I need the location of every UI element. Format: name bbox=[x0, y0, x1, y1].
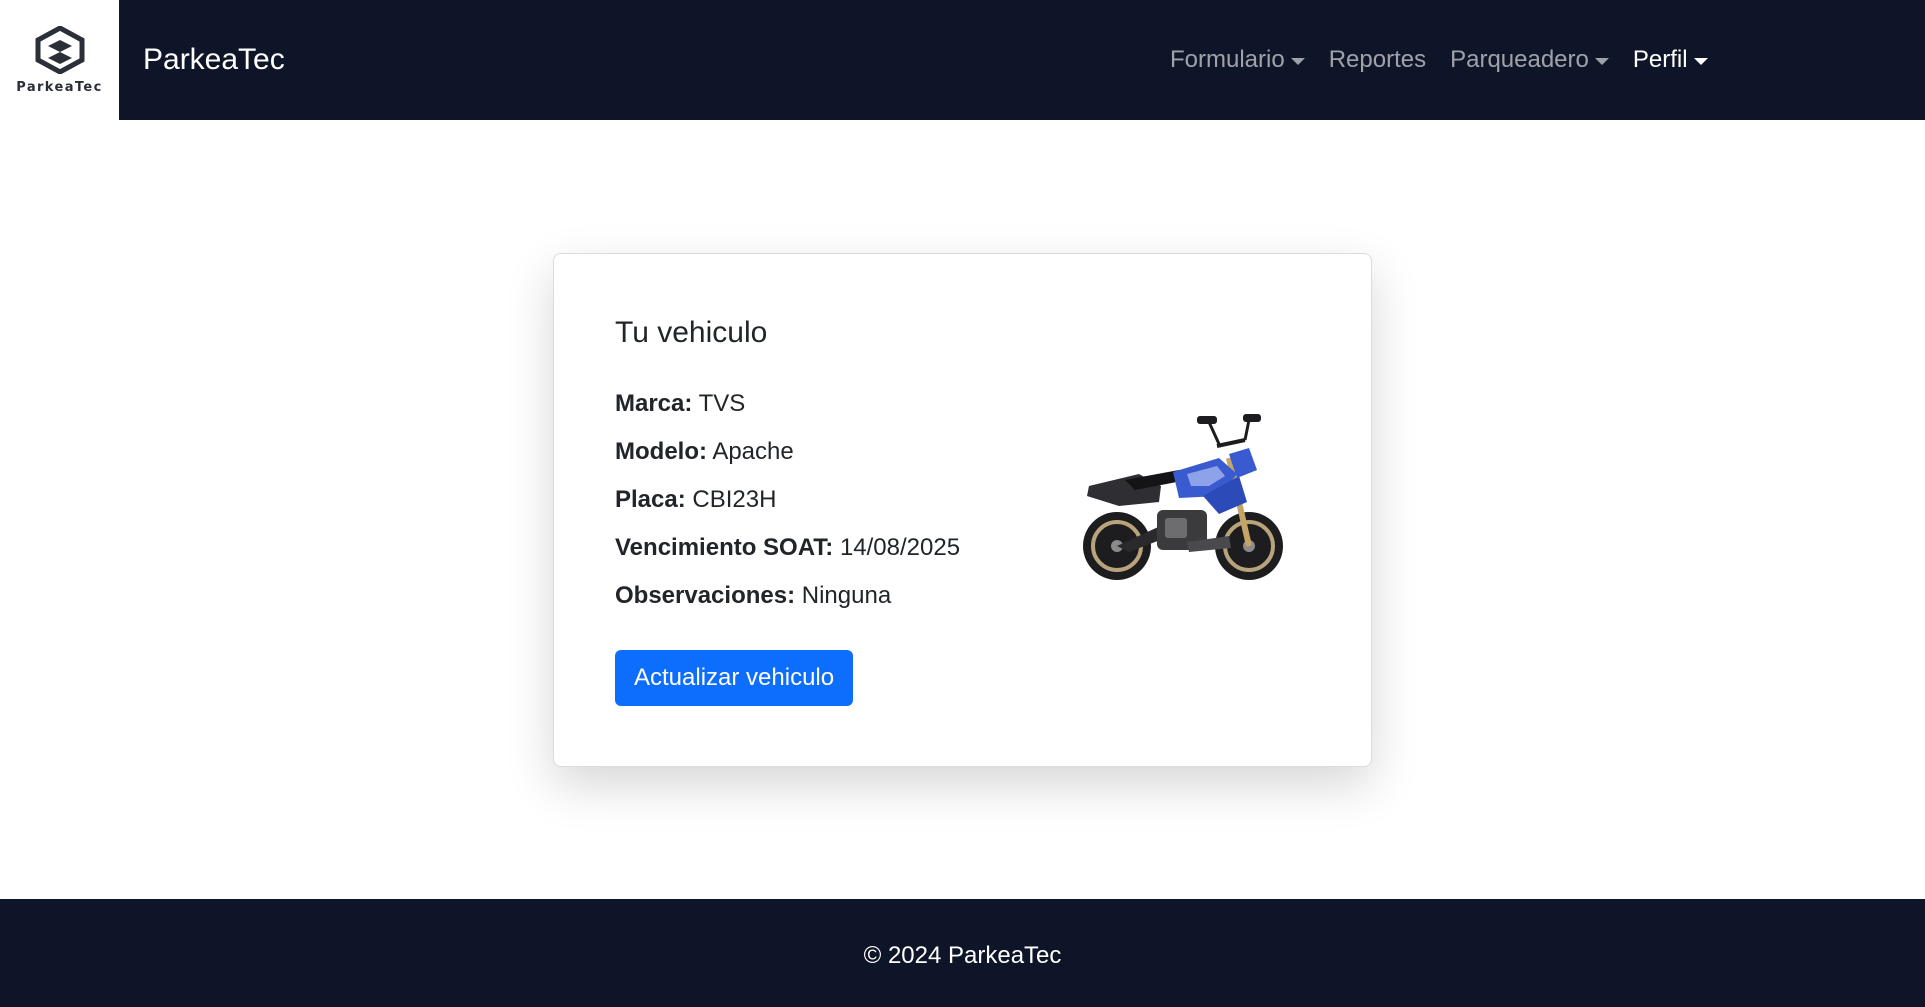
vehicle-details: Marca: TVS Modelo: Apache Placa: CBI23H … bbox=[615, 386, 960, 626]
nav-item-label: Formulario bbox=[1170, 46, 1285, 73]
motorcycle-image bbox=[1083, 414, 1283, 580]
vehicle-card: Tu vehiculo Marca: TVS Modelo: Apache Pl… bbox=[553, 253, 1372, 767]
logo-text: ParkeaTec bbox=[16, 79, 103, 95]
field-placa: Placa: CBI23H bbox=[615, 482, 960, 530]
field-observaciones: Observaciones: Ninguna bbox=[615, 578, 960, 626]
nav-item-label: Perfil bbox=[1632, 46, 1688, 73]
field-label: Modelo: bbox=[615, 438, 707, 465]
top-navbar: ParkeaTec ParkeaTec Formulario Reportes … bbox=[0, 0, 1925, 120]
field-value: Apache bbox=[712, 438, 794, 465]
logo-icon bbox=[35, 25, 84, 74]
field-label: Vencimiento SOAT: bbox=[615, 534, 834, 561]
logo[interactable]: ParkeaTec bbox=[0, 0, 119, 120]
field-value: CBI23H bbox=[692, 486, 777, 513]
nav-item-perfil[interactable]: Perfil bbox=[1633, 46, 1708, 74]
footer: © 2024 ParkeaTec bbox=[0, 899, 1925, 1007]
field-vencimiento-soat: Vencimiento SOAT: 14/08/2025 bbox=[615, 530, 960, 578]
nav-menu: Formulario Reportes Parqueadero Perfil bbox=[1170, 0, 1732, 120]
nav-item-parqueadero[interactable]: Parqueadero bbox=[1450, 46, 1609, 74]
field-marca: Marca: TVS bbox=[615, 386, 960, 434]
nav-item-label: Reportes bbox=[1328, 46, 1427, 73]
caret-down-icon bbox=[1693, 57, 1708, 65]
footer-copyright: © 2024 ParkeaTec bbox=[863, 942, 1062, 969]
caret-down-icon bbox=[1594, 57, 1609, 65]
field-label: Observaciones: bbox=[615, 582, 796, 609]
card-title: Tu vehiculo bbox=[615, 316, 768, 349]
field-value: TVS bbox=[698, 390, 746, 417]
caret-down-icon bbox=[1290, 57, 1305, 65]
brand-link[interactable]: ParkeaTec bbox=[143, 43, 285, 77]
field-label: Marca: bbox=[615, 390, 693, 417]
nav-item-formulario[interactable]: Formulario bbox=[1170, 46, 1305, 74]
update-vehicle-button[interactable]: Actualizar vehiculo bbox=[615, 650, 854, 706]
field-label: Placa: bbox=[615, 486, 686, 513]
nav-item-reportes[interactable]: Reportes bbox=[1329, 46, 1426, 74]
nav-item-label: Parqueadero bbox=[1450, 46, 1589, 73]
field-modelo: Modelo: Apache bbox=[615, 434, 960, 482]
field-value: 14/08/2025 bbox=[839, 534, 961, 561]
field-value: Ninguna bbox=[801, 582, 892, 609]
